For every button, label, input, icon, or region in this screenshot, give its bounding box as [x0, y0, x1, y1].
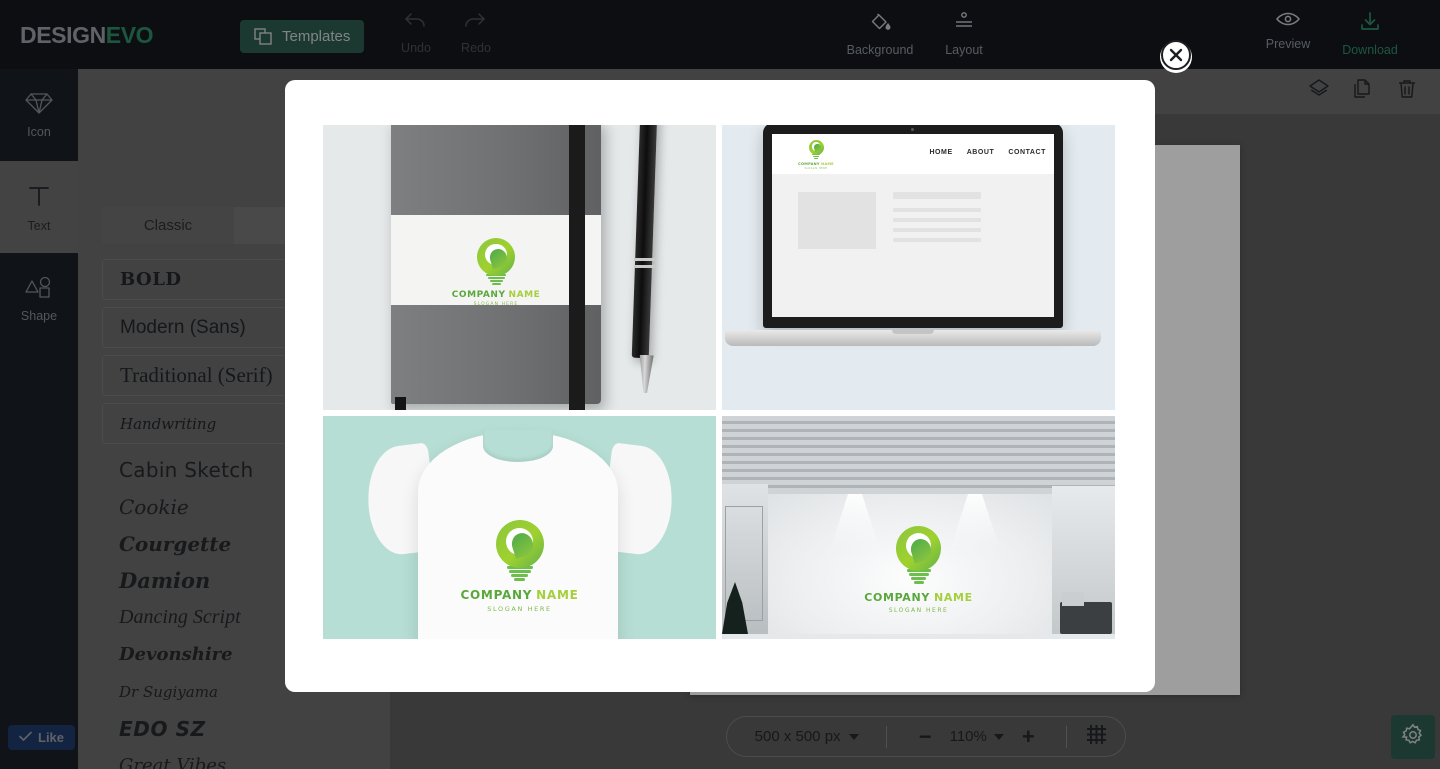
- pen-ring: [634, 258, 655, 261]
- logo-company-name: COMPANY NAME: [460, 588, 578, 602]
- content-line: [893, 192, 981, 199]
- pen-ring: [634, 265, 655, 268]
- company-part-b: NAME: [933, 591, 973, 604]
- company-part-b: NAME: [508, 290, 541, 300]
- company-part-a: COMPANY: [798, 162, 820, 166]
- bulb-logo-icon: [896, 526, 941, 585]
- logo-company-name: COMPANY NAME: [864, 591, 973, 604]
- designevo-editor: DESIGNEVO Templates Undo Redo Background…: [0, 0, 1440, 769]
- bulb-logo-icon: [495, 520, 544, 582]
- notebook-mockup[interactable]: COMPANY NAME SLOGAN HERE: [323, 125, 716, 410]
- nav-link-about[interactable]: ABOUT: [967, 149, 995, 156]
- close-icon: [1161, 39, 1191, 75]
- tshirt-collar: [483, 430, 553, 462]
- office-floor: [722, 634, 1115, 639]
- office-desk: [1060, 602, 1112, 634]
- close-modal-button[interactable]: [1160, 39, 1192, 75]
- logo-slogan: SLOGAN HERE: [888, 607, 949, 614]
- laptop-website-mockup[interactable]: COMPANY NAME SLOGAN HERE HOME ABOUT CONTA…: [722, 125, 1115, 410]
- logo-artwork: COMPANY NAME SLOGAN HERE: [864, 526, 973, 614]
- bulb-logo-icon: [808, 140, 824, 160]
- tshirt-mockup[interactable]: COMPANY NAME SLOGAN HERE: [323, 416, 716, 639]
- website-logo: COMPANY NAME SLOGAN HERE: [786, 140, 846, 170]
- notebook-ribbon: [395, 397, 406, 410]
- ceiling-panels: [722, 416, 1115, 490]
- logo-slogan: SLOGAN HERE: [473, 302, 519, 307]
- website-body: [772, 174, 1054, 317]
- logo-mockup-preview-modal: COMPANY NAME SLOGAN HERE COMPANY NAME SL…: [285, 80, 1155, 692]
- notebook-elastic-band: [569, 125, 585, 410]
- logo-company-name: COMPANY NAME: [798, 162, 834, 166]
- laptop-notch: [892, 330, 934, 334]
- company-part-b: NAME: [536, 588, 579, 602]
- website-navbar: COMPANY NAME SLOGAN HERE HOME ABOUT CONTA…: [772, 134, 1054, 174]
- content-line: [893, 208, 981, 212]
- logo-artwork: COMPANY NAME SLOGAN HERE: [460, 520, 578, 613]
- office-monitor: [1062, 592, 1084, 606]
- content-line: [893, 228, 981, 232]
- logo-slogan: SLOGAN HERE: [487, 605, 552, 613]
- content-image-placeholder: [798, 192, 876, 249]
- logo-company-name: COMPANY NAME: [452, 290, 541, 300]
- laptop-screen: COMPANY NAME SLOGAN HERE HOME ABOUT CONTA…: [772, 134, 1054, 317]
- company-part-b: NAME: [821, 162, 834, 166]
- laptop-camera: [911, 128, 914, 131]
- pen-body: [631, 125, 658, 359]
- logo-slogan: SLOGAN HERE: [804, 167, 828, 170]
- content-line: [893, 238, 981, 242]
- content-line: [893, 218, 981, 222]
- website-nav-links: HOME ABOUT CONTACT: [929, 149, 1046, 156]
- nav-link-contact[interactable]: CONTACT: [1008, 149, 1046, 156]
- bulb-logo-icon: [477, 238, 515, 286]
- office-wall-mockup[interactable]: COMPANY NAME SLOGAN HERE: [722, 416, 1115, 639]
- nav-link-home[interactable]: HOME: [929, 149, 952, 156]
- logo-artwork: COMPANY NAME SLOGAN HERE: [452, 238, 540, 307]
- company-part-a: COMPANY: [460, 588, 533, 602]
- mockup-grid: COMPANY NAME SLOGAN HERE COMPANY NAME SL…: [323, 125, 1115, 645]
- laptop-lid: COMPANY NAME SLOGAN HERE HOME ABOUT CONTA…: [763, 125, 1063, 328]
- company-part-a: COMPANY: [864, 591, 930, 604]
- pen-tip: [638, 355, 653, 393]
- company-part-a: COMPANY: [451, 290, 506, 300]
